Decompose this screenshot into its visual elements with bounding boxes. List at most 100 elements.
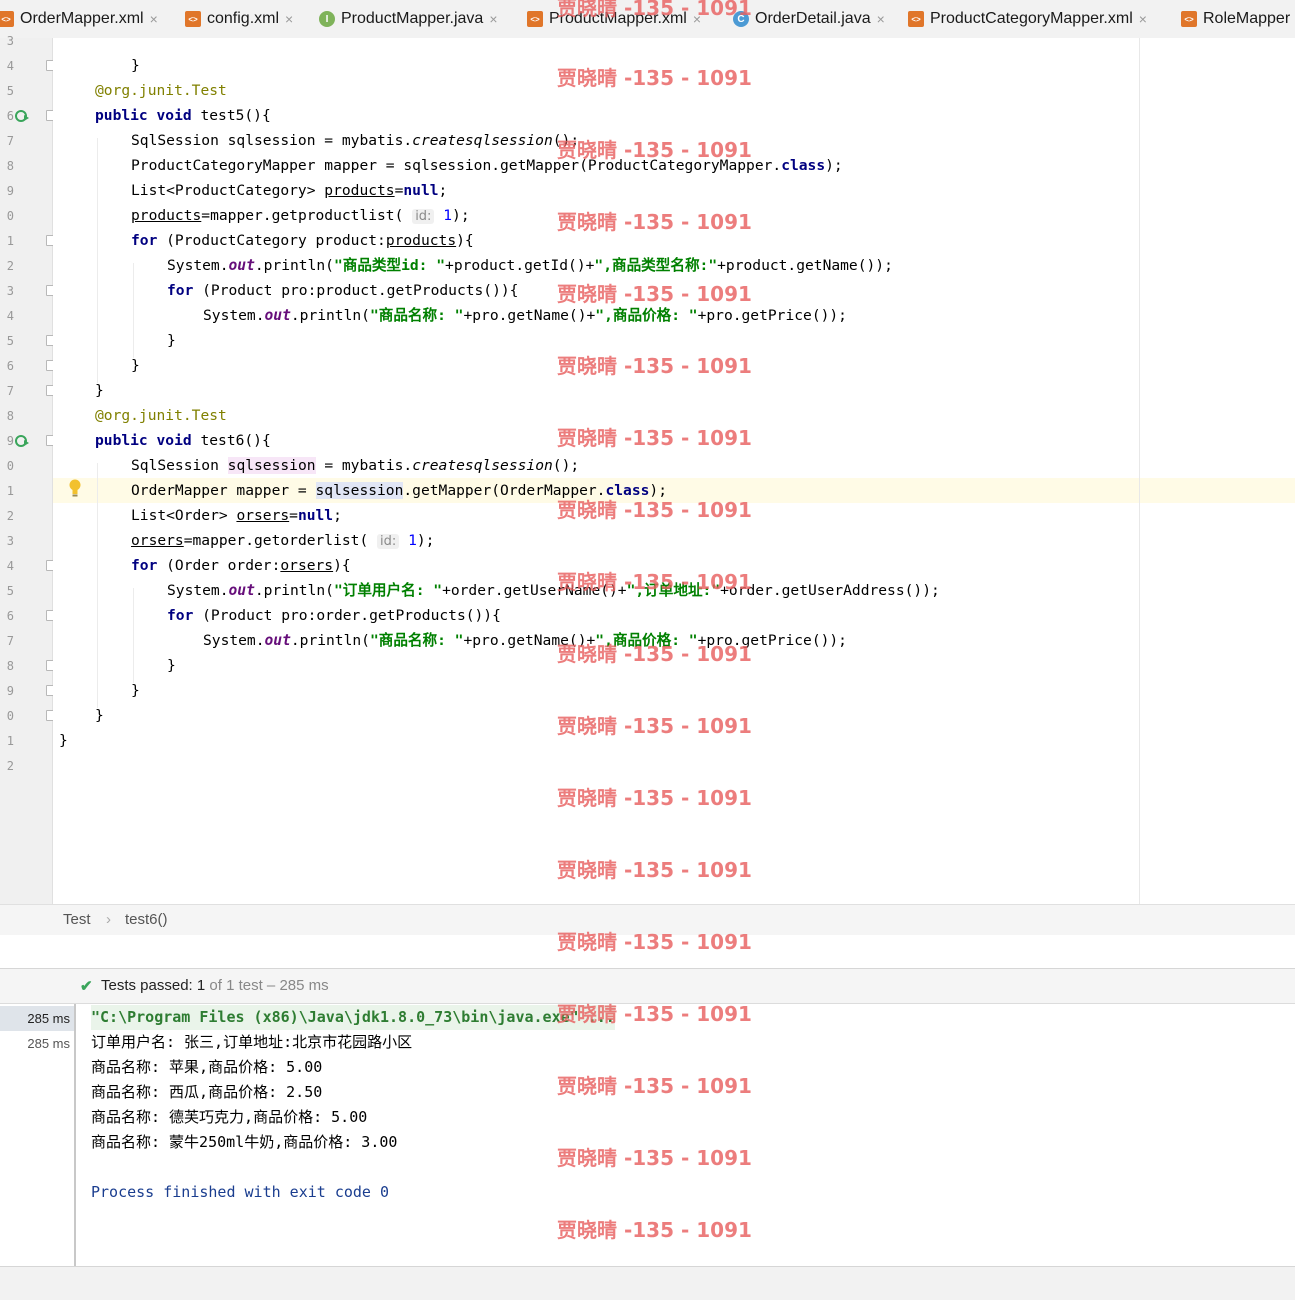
lightbulb-icon[interactable] [68,479,82,497]
code-line: for (Product pro:product.getProducts()){ [167,282,519,299]
line-number: 8 [6,409,14,423]
line-number: 7 [6,134,14,148]
line-number: 2 [6,509,14,523]
status-bar [0,1266,1295,1300]
indent-guide [97,138,98,383]
class-icon: C [733,11,749,27]
tab-productcategorymapper-xml[interactable]: <> ProductCategoryMapper.xml × [908,0,1147,38]
breadcrumb-item-class[interactable]: Test [63,911,91,928]
code-line: orsers=mapper.getorderlist( id: 1); [131,532,435,549]
code-line: for (Product pro:order.getProducts()){ [167,607,501,624]
line-number: 0 [6,209,14,223]
tab-label: ProductCategoryMapper.xml [930,10,1133,27]
console-output[interactable]: "C:\Program Files (x86)\Java\jdk1.8.0_73… [76,1004,1295,1266]
code-line: SqlSession sqlsession = mybatis.createsq… [131,132,580,149]
code-line: } [131,57,140,74]
line-number: 4 [6,59,14,73]
close-icon[interactable]: × [1139,11,1147,27]
code-line: for (Order order:orsers){ [131,557,351,574]
code-line: List<ProductCategory> products=null; [131,182,448,199]
xml-file-icon: <> [527,11,543,27]
close-icon[interactable]: × [877,11,885,27]
xml-file-icon: <> [0,11,14,27]
line-number: 1 [6,734,14,748]
line-number: 7 [6,384,14,398]
code-line: } [167,657,176,674]
tab-config-xml[interactable]: <> config.xml × [185,0,293,38]
interface-icon: I [319,11,335,27]
breadcrumb-separator: › [106,911,111,928]
tab-productmapper-java[interactable]: I ProductMapper.java × [319,0,498,38]
tab-label: OrderDetail.java [755,10,871,27]
parameter-hint: id: [412,209,435,224]
line-number: 3 [6,34,14,48]
code-line: } [59,732,68,749]
line-number: 5 [6,334,14,348]
code-line: System.out.println("商品名称: "+pro.getName(… [203,632,847,649]
close-icon[interactable]: × [693,11,701,27]
tab-rolemapper[interactable]: <> RoleMapper [1181,0,1290,38]
console-line: 商品名称: 苹果,商品价格: 5.00 [91,1058,323,1076]
code-line: } [95,707,104,724]
line-number: 9 [6,184,14,198]
tab-label: ProductMapper.java [341,10,484,27]
breadcrumb: Test › test6() [0,904,1295,936]
code-line: System.out.println("订单用户名: "+order.getUs… [167,582,940,599]
run-test-icon[interactable] [15,109,29,123]
code-line: } [131,682,140,699]
code-line: } [131,357,140,374]
editor-tab-bar: <> OrderMapper.xml × <> config.xml × I P… [0,0,1295,39]
xml-file-icon: <> [908,11,924,27]
code-line: OrderMapper mapper = sqlsession.getMappe… [131,482,667,499]
close-icon[interactable]: × [150,11,158,27]
line-number: 0 [6,709,14,723]
line-number: 0 [6,459,14,473]
console-command-line: "C:\Program Files (x86)\Java\jdk1.8.0_73… [91,1005,615,1030]
code-line: for (ProductCategory product:products){ [131,232,474,249]
tab-label: RoleMapper [1203,10,1291,27]
line-number: 1 [6,234,14,248]
code-line: } [167,332,176,349]
console-line: 商品名称: 德芙巧克力,商品价格: 5.00 [91,1108,368,1126]
test-results-tree[interactable]: 285 ms 285 ms [0,1004,76,1266]
indent-guide [133,263,134,358]
indent-guide [133,588,134,683]
tab-ordermapper-xml[interactable]: <> OrderMapper.xml × [0,0,158,38]
line-number: 6 [6,109,14,123]
xml-file-icon: <> [1181,11,1197,27]
tab-label: ProductMapper.xml [549,10,687,27]
tab-orderdetail-java[interactable]: C OrderDetail.java × [733,0,885,38]
code-line: System.out.println("商品类型id: "+product.ge… [167,257,893,274]
breadcrumb-item-method[interactable]: test6() [125,911,168,928]
code-line: products=mapper.getproductlist( id: 1); [131,207,470,224]
parameter-hint: id: [377,534,400,549]
console-line: 商品名称: 蒙牛250ml牛奶,商品价格: 3.00 [91,1133,398,1151]
console-line: 订单用户名: 张三,订单地址:北京市花园路小区 [91,1033,413,1051]
close-icon[interactable]: × [285,11,293,27]
line-number: 5 [6,584,14,598]
tab-productmapper-xml[interactable]: <> ProductMapper.xml × [527,0,701,38]
console-line: 商品名称: 西瓜,商品价格: 2.50 [91,1083,323,1101]
line-number: 4 [6,559,14,573]
run-test-icon[interactable] [15,434,29,448]
code-line: List<Order> orsers=null; [131,507,342,524]
xml-file-icon: <> [185,11,201,27]
run-toolbar [0,935,1295,969]
line-number: 7 [6,634,14,648]
line-number: 2 [6,759,14,773]
editor-gutter[interactable]: 3 4 5 6 7 8 9 0 1 2 3 4 5 6 7 8 9 0 1 2 … [0,34,57,904]
code-line: public void test5(){ [95,107,271,124]
tab-label: OrderMapper.xml [20,10,144,27]
code-line: @org.junit.Test [95,407,227,424]
line-number: 1 [6,484,14,498]
test-tree-row[interactable]: 285 ms [0,1031,74,1056]
line-number: 3 [6,534,14,548]
code-line: ProductCategoryMapper mapper = sqlsessio… [131,157,843,174]
test-status-text: Tests passed: 1 of 1 test – 285 ms [101,977,329,994]
test-tree-row[interactable]: 285 ms [0,1006,74,1031]
line-number: 2 [6,259,14,273]
indent-guide [97,463,98,708]
code-line: public void test6(){ [95,432,271,449]
line-number: 3 [6,284,14,298]
close-icon[interactable]: × [489,11,497,27]
